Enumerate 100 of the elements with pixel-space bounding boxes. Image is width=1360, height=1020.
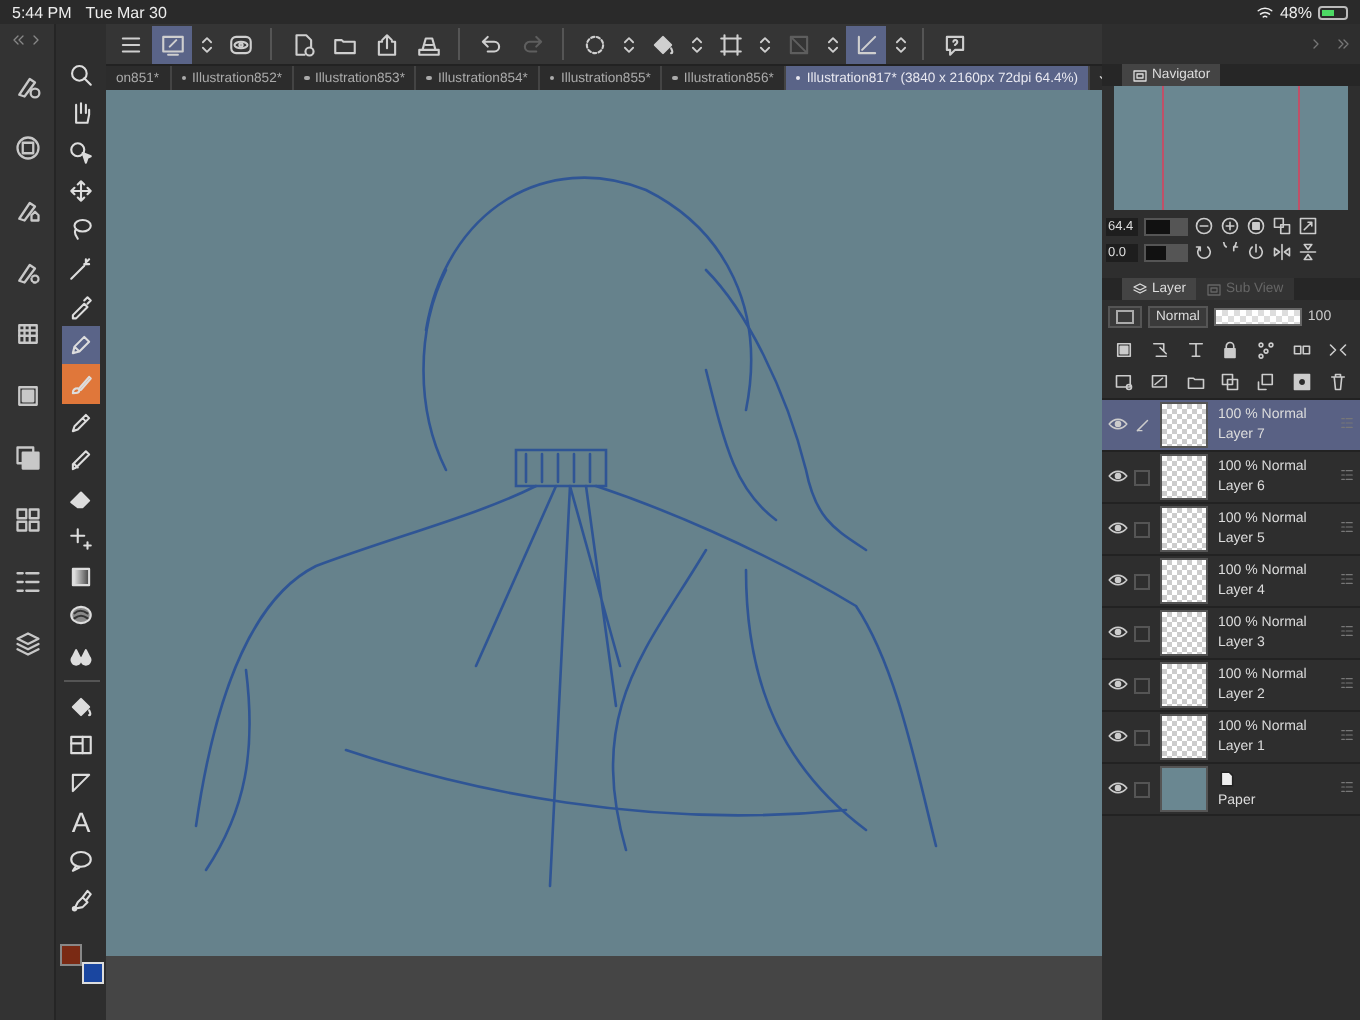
status-date: Tue Mar 30 bbox=[85, 3, 167, 21]
copy-icon[interactable] bbox=[1220, 372, 1241, 392]
ruler-check-button[interactable] bbox=[846, 25, 886, 63]
cursor-icon bbox=[68, 139, 94, 166]
square-icon[interactable] bbox=[13, 382, 41, 410]
dotted-circle-icon bbox=[581, 31, 607, 57]
monitor-icon bbox=[159, 31, 185, 57]
lock-icon[interactable] bbox=[1220, 340, 1241, 360]
eye-badge-icon bbox=[227, 31, 253, 57]
new-page-icon bbox=[289, 31, 315, 57]
scatter-icon[interactable] bbox=[1256, 340, 1277, 360]
layer-thumbnail bbox=[1160, 402, 1208, 448]
edit-toggle[interactable] bbox=[1132, 467, 1152, 487]
grid-icon[interactable] bbox=[13, 320, 41, 348]
mask-icon[interactable] bbox=[1292, 372, 1313, 392]
layer-thumbnail bbox=[1160, 714, 1208, 760]
main-color-swatch[interactable] bbox=[59, 944, 81, 966]
eraser-icon bbox=[68, 486, 94, 513]
ruler-check-icon bbox=[853, 31, 879, 57]
triangle-icon bbox=[68, 770, 94, 797]
two-squares-icon[interactable] bbox=[1272, 216, 1292, 236]
drag-handle-icon[interactable] bbox=[1340, 728, 1354, 742]
drag-handle-icon[interactable] bbox=[1340, 572, 1354, 586]
wifi-icon bbox=[1255, 3, 1274, 21]
reset-icon[interactable] bbox=[1246, 242, 1266, 262]
edit-toggle[interactable] bbox=[1132, 675, 1152, 695]
text-layer-icon[interactable] bbox=[1185, 340, 1206, 360]
layer-thumbnail bbox=[1160, 766, 1208, 812]
folder-layer-icon[interactable] bbox=[1185, 372, 1206, 392]
page-icon bbox=[1218, 770, 1236, 788]
clock-time: 5:44 PM bbox=[12, 3, 72, 21]
square-icon bbox=[1116, 310, 1134, 324]
fit-icon[interactable] bbox=[1246, 216, 1266, 236]
stacked-square-icon[interactable] bbox=[13, 444, 41, 472]
vector-layer-icon[interactable] bbox=[1149, 372, 1170, 392]
battery-percent: 48% bbox=[1279, 3, 1312, 21]
lasso-icon bbox=[68, 216, 94, 243]
edit-toggle[interactable] bbox=[1132, 779, 1152, 799]
pen-icon[interactable] bbox=[1132, 415, 1152, 435]
rotate-left-icon[interactable] bbox=[1194, 242, 1214, 262]
fill-bucket-icon bbox=[649, 31, 675, 57]
tray-icon bbox=[415, 31, 441, 57]
pen-gear-icon[interactable] bbox=[13, 258, 41, 286]
layer-thumbnail bbox=[1160, 454, 1208, 500]
edit-toggle[interactable] bbox=[1132, 623, 1152, 643]
selection-frame-icon bbox=[717, 31, 743, 57]
layer-thumbnail bbox=[1160, 610, 1208, 656]
redo-icon bbox=[519, 31, 545, 57]
expand-icon[interactable] bbox=[28, 32, 44, 48]
help-icon bbox=[941, 31, 967, 57]
drag-handle-icon[interactable] bbox=[1340, 624, 1354, 638]
drag-handle-icon[interactable] bbox=[1340, 468, 1354, 482]
list-icon[interactable] bbox=[13, 568, 41, 596]
drag-handle-icon[interactable] bbox=[1340, 780, 1354, 794]
eyedropper-icon bbox=[68, 293, 94, 320]
pen-icon bbox=[68, 332, 94, 359]
dot-icon bbox=[304, 75, 310, 81]
trash-icon[interactable] bbox=[1327, 372, 1348, 392]
zoom-slider[interactable] bbox=[1144, 217, 1188, 235]
drag-handle-icon[interactable] bbox=[1340, 520, 1354, 534]
collapse-icon[interactable] bbox=[10, 32, 26, 48]
drag-handle-icon[interactable] bbox=[1340, 416, 1354, 430]
dot-icon bbox=[426, 75, 432, 81]
sparkle-icon bbox=[68, 525, 94, 552]
merge-icon[interactable] bbox=[1256, 372, 1277, 392]
correction-icon bbox=[68, 886, 94, 913]
edit-toggle[interactable] bbox=[1132, 519, 1152, 539]
rotation-slider[interactable] bbox=[1144, 243, 1188, 261]
menu-icon bbox=[117, 31, 143, 57]
color-mode-dropdown[interactable] bbox=[1108, 306, 1142, 328]
brush-icon bbox=[68, 371, 94, 398]
dot-icon bbox=[181, 75, 187, 81]
clip-icon[interactable] bbox=[1113, 340, 1134, 360]
four-squares-icon[interactable] bbox=[13, 506, 41, 534]
battery-icon bbox=[1318, 5, 1348, 19]
stack-icon[interactable] bbox=[13, 630, 41, 658]
pen-house-icon[interactable] bbox=[13, 196, 41, 224]
drag-handle-icon[interactable] bbox=[1340, 676, 1354, 690]
window-icon bbox=[1132, 67, 1148, 83]
wand-icon bbox=[68, 255, 94, 282]
expand-icon[interactable] bbox=[1298, 216, 1318, 236]
zoom-out-icon[interactable] bbox=[1194, 216, 1214, 236]
zoom-in-icon[interactable] bbox=[1220, 216, 1240, 236]
chevron-icon[interactable] bbox=[1308, 36, 1324, 52]
edit-toggle[interactable] bbox=[1132, 727, 1152, 747]
monitor-button[interactable] bbox=[152, 25, 192, 63]
sub-color-swatch[interactable] bbox=[81, 962, 103, 984]
share-icon bbox=[373, 31, 399, 57]
slash-square-icon bbox=[785, 31, 811, 57]
flip-h-icon[interactable] bbox=[1272, 242, 1292, 262]
new-layer-icon[interactable] bbox=[1113, 372, 1134, 392]
collapse-icon[interactable] bbox=[1336, 36, 1352, 52]
link-b-icon[interactable] bbox=[1327, 340, 1348, 360]
dot-icon bbox=[795, 75, 801, 81]
text-tool[interactable]: A bbox=[62, 803, 100, 842]
flip-v-icon[interactable] bbox=[1298, 242, 1318, 262]
link-a-icon[interactable] bbox=[1292, 340, 1313, 360]
pen-tool[interactable] bbox=[62, 326, 100, 365]
marker-icon bbox=[68, 448, 94, 475]
edit-toggle[interactable] bbox=[1132, 571, 1152, 591]
